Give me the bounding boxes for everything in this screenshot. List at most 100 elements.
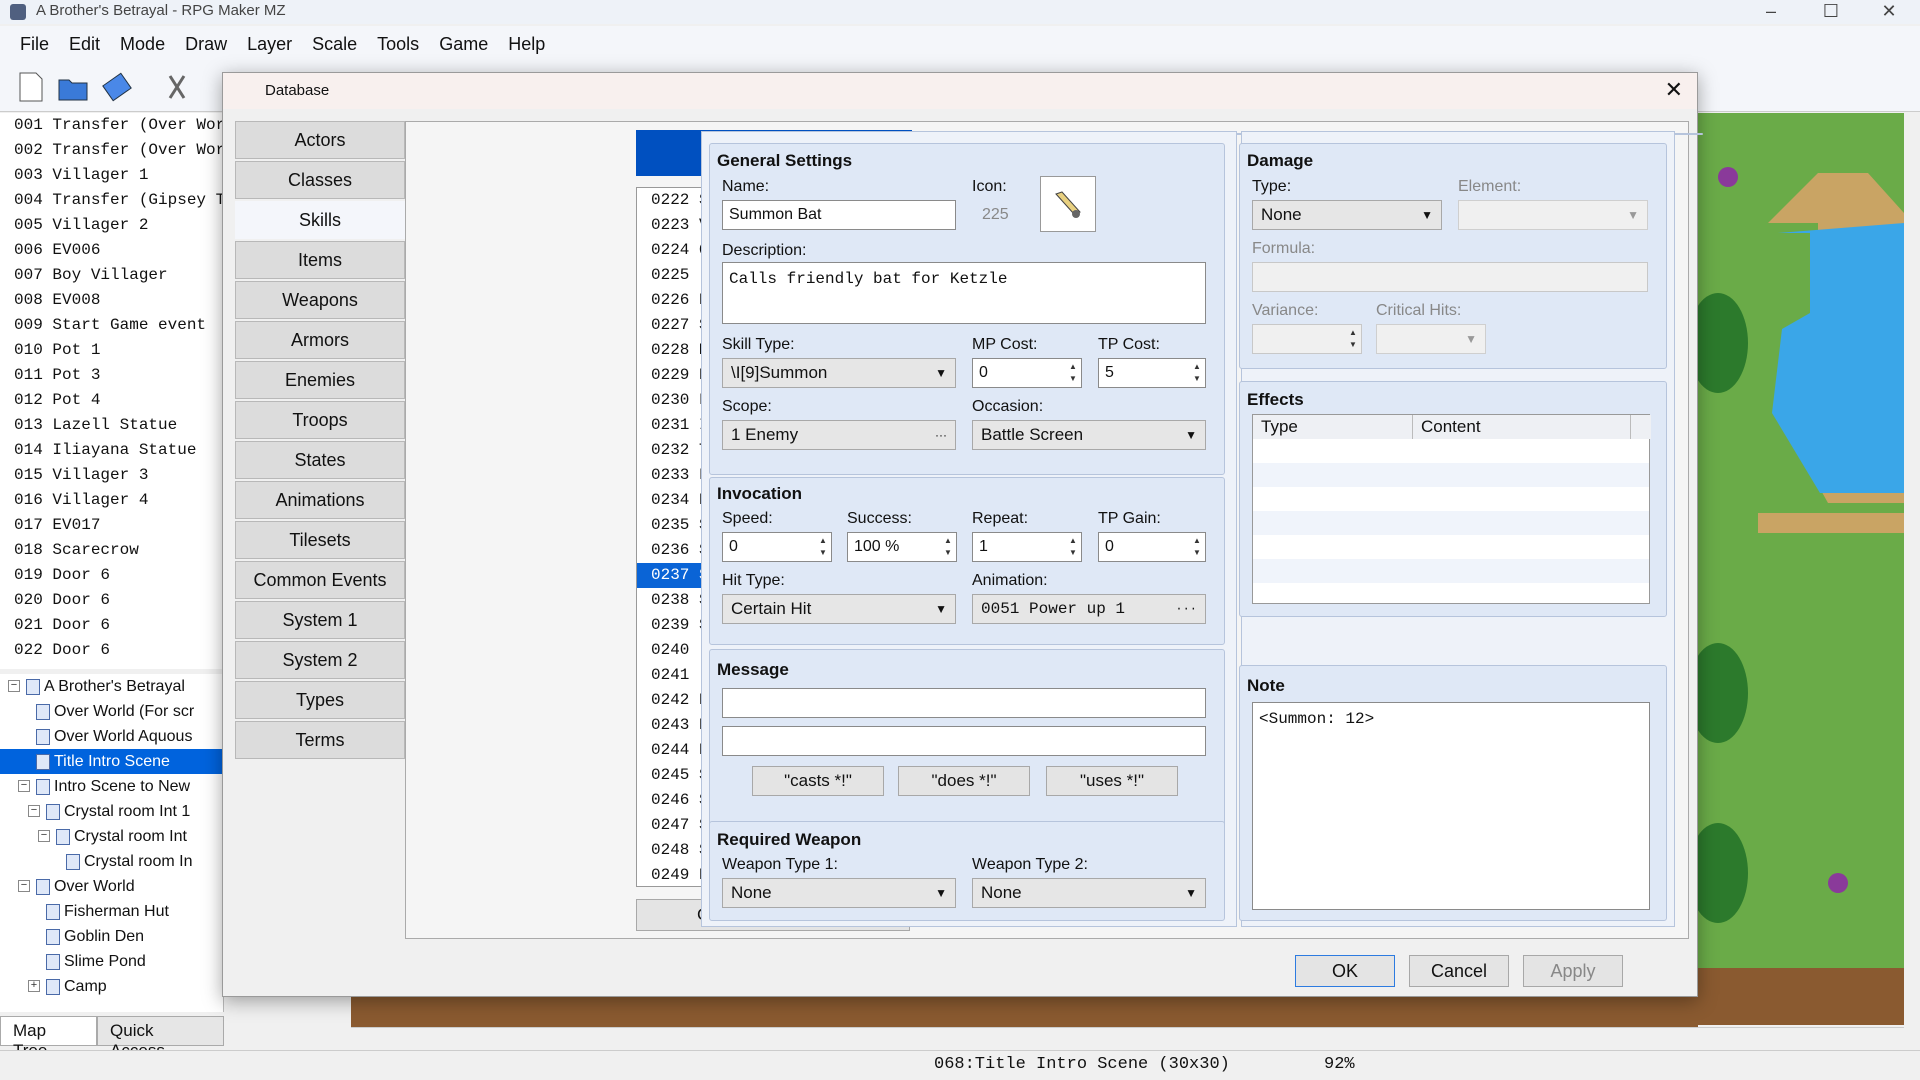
effects-row[interactable] xyxy=(1253,559,1649,583)
map-view[interactable] xyxy=(1698,113,1904,1025)
description-input[interactable]: Calls friendly bat for Ketzle xyxy=(722,262,1206,324)
maximize-button[interactable]: ☐ xyxy=(1808,0,1854,24)
collapse-icon[interactable]: − xyxy=(8,680,20,692)
event-list-item[interactable]: 001 Transfer (Over Worl xyxy=(0,113,223,138)
message-line-2-input[interactable] xyxy=(722,726,1206,756)
map-tree-item[interactable]: Crystal room In xyxy=(0,849,223,874)
spinner-icon[interactable]: ▲ ▼ xyxy=(1191,361,1203,385)
success-input[interactable]: 100 % ▲ ▼ xyxy=(847,532,957,562)
category-system-1[interactable]: System 1 xyxy=(235,601,405,639)
category-common-events[interactable]: Common Events xyxy=(235,561,405,599)
category-enemies[interactable]: Enemies xyxy=(235,361,405,399)
collapse-icon[interactable]: − xyxy=(18,880,30,892)
minimize-button[interactable]: – xyxy=(1748,0,1794,24)
event-list-item[interactable]: 003 Villager 1 xyxy=(0,163,223,188)
tab-quick-access[interactable]: Quick Access xyxy=(97,1016,224,1060)
category-terms[interactable]: Terms xyxy=(235,721,405,759)
category-armors[interactable]: Armors xyxy=(235,321,405,359)
weapon-type-2-dropdown[interactable]: None ▼ xyxy=(972,878,1206,908)
new-project-icon[interactable] xyxy=(14,70,48,104)
expand-icon[interactable]: + xyxy=(28,980,40,992)
category-tilesets[interactable]: Tilesets xyxy=(235,521,405,559)
event-list-item[interactable]: 002 Transfer (Over Worl xyxy=(0,138,223,163)
event-list-item[interactable]: 009 Start Game event xyxy=(0,313,223,338)
scope-selector[interactable]: 1 Enemy ··· xyxy=(722,420,956,450)
casts-button[interactable]: "casts *!" xyxy=(752,766,884,796)
damage-type-dropdown[interactable]: None ▼ xyxy=(1252,200,1442,230)
spinner-icon[interactable]: ▲ ▼ xyxy=(817,535,829,559)
map-tree-item[interactable]: + Camp xyxy=(0,974,223,999)
spinner-icon[interactable]: ▲ ▼ xyxy=(1347,327,1359,351)
note-textarea[interactable]: <Summon: 12> xyxy=(1252,702,1650,910)
effects-table[interactable]: Type Content xyxy=(1252,414,1651,604)
horizontal-scrollbar[interactable] xyxy=(351,1027,1904,1047)
event-list-item[interactable]: 020 Door 6 xyxy=(0,588,223,613)
map-tree-item[interactable]: − Crystal room Int 1 xyxy=(0,799,223,824)
apply-button[interactable]: Apply xyxy=(1523,955,1623,987)
menu-file[interactable]: File xyxy=(10,34,59,55)
menu-mode[interactable]: Mode xyxy=(110,34,175,55)
event-list-item[interactable]: 004 Transfer (Gipsey Te xyxy=(0,188,223,213)
ok-button[interactable]: OK xyxy=(1295,955,1395,987)
map-tree-item[interactable]: Title Intro Scene xyxy=(0,749,223,774)
event-list-item[interactable]: 012 Pot 4 xyxy=(0,388,223,413)
speed-input[interactable]: 0 ▲ ▼ xyxy=(722,532,832,562)
event-list-item[interactable]: 008 EV008 xyxy=(0,288,223,313)
occasion-dropdown[interactable]: Battle Screen ▼ xyxy=(972,420,1206,450)
message-line-1-input[interactable] xyxy=(722,688,1206,718)
event-list-item[interactable]: 016 Villager 4 xyxy=(0,488,223,513)
event-list-item[interactable]: 021 Door 6 xyxy=(0,613,223,638)
category-states[interactable]: States xyxy=(235,441,405,479)
menu-scale[interactable]: Scale xyxy=(302,34,367,55)
save-project-icon[interactable] xyxy=(100,70,134,104)
map-tree-item[interactable]: − Intro Scene to New xyxy=(0,774,223,799)
map-tree-item[interactable]: Slime Pond xyxy=(0,949,223,974)
event-list-item[interactable]: 010 Pot 1 xyxy=(0,338,223,363)
menu-layer[interactable]: Layer xyxy=(237,34,302,55)
uses-button[interactable]: "uses *!" xyxy=(1046,766,1178,796)
event-list-item[interactable]: 006 EV006 xyxy=(0,238,223,263)
category-skills[interactable]: Skills xyxy=(235,201,405,239)
spinner-icon[interactable]: ▲ ▼ xyxy=(942,535,954,559)
close-icon[interactable]: ✕ xyxy=(1665,77,1683,103)
spinner-icon[interactable]: ▲ ▼ xyxy=(1067,361,1079,385)
animation-selector[interactable]: 0051 Power up 1 ··· xyxy=(972,594,1206,624)
menu-tools[interactable]: Tools xyxy=(367,34,429,55)
effects-col-content[interactable]: Content xyxy=(1413,415,1631,439)
skill-type-dropdown[interactable]: \I[9]Summon ▼ xyxy=(722,358,956,388)
menu-edit[interactable]: Edit xyxy=(59,34,110,55)
collapse-icon[interactable]: − xyxy=(38,830,50,842)
variance-input[interactable]: ▲ ▼ xyxy=(1252,324,1362,354)
category-items[interactable]: Items xyxy=(235,241,405,279)
event-list-item[interactable]: 007 Boy Villager xyxy=(0,263,223,288)
effects-col-type[interactable]: Type xyxy=(1253,415,1413,439)
category-actors[interactable]: Actors xyxy=(235,121,405,159)
map-tree-item[interactable]: Fisherman Hut xyxy=(0,899,223,924)
event-list-item[interactable]: 018 Scarecrow xyxy=(0,538,223,563)
mp-cost-input[interactable]: 0 ▲ ▼ xyxy=(972,358,1082,388)
category-system-2[interactable]: System 2 xyxy=(235,641,405,679)
cancel-button[interactable]: Cancel xyxy=(1409,955,1509,987)
map-tree-item[interactable]: Over World Aquous xyxy=(0,724,223,749)
category-animations[interactable]: Animations xyxy=(235,481,405,519)
map-tree-item[interactable]: Over World (For scr xyxy=(0,699,223,724)
category-troops[interactable]: Troops xyxy=(235,401,405,439)
event-list-item[interactable]: 017 EV017 xyxy=(0,513,223,538)
element-dropdown[interactable]: ▼ xyxy=(1458,200,1648,230)
category-types[interactable]: Types xyxy=(235,681,405,719)
effects-row[interactable] xyxy=(1253,511,1649,535)
formula-input[interactable] xyxy=(1252,262,1648,292)
event-list-item[interactable]: 015 Villager 3 xyxy=(0,463,223,488)
collapse-icon[interactable]: − xyxy=(28,805,40,817)
close-window-button[interactable]: ✕ xyxy=(1866,0,1912,24)
event-list-item[interactable]: 013 Lazell Statue xyxy=(0,413,223,438)
event-list-item[interactable]: 014 Iliayana Statue xyxy=(0,438,223,463)
weapon-type-1-dropdown[interactable]: None ▼ xyxy=(722,878,956,908)
tp-gain-input[interactable]: 0 ▲ ▼ xyxy=(1098,532,1206,562)
event-list-item[interactable]: 011 Pot 3 xyxy=(0,363,223,388)
skill-icon-picker[interactable] xyxy=(1040,176,1096,232)
hit-type-dropdown[interactable]: Certain Hit ▼ xyxy=(722,594,956,624)
event-list-item[interactable]: 022 Door 6 xyxy=(0,638,223,663)
repeat-input[interactable]: 1 ▲ ▼ xyxy=(972,532,1082,562)
vertical-scrollbar[interactable] xyxy=(1904,113,1920,1027)
